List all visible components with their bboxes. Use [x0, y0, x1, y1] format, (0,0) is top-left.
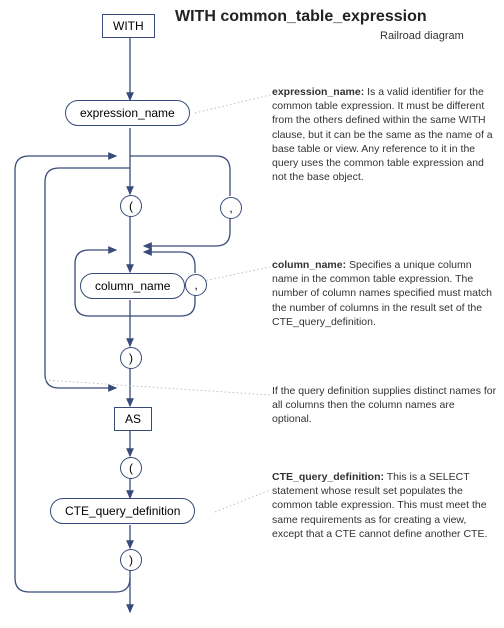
node-with: WITH — [102, 14, 155, 38]
callout-label: CTE_query_definition: — [272, 471, 384, 483]
callout-text: Is a valid identifier for the common tab… — [272, 86, 493, 183]
callout-text: If the query definition supplies distinc… — [272, 385, 496, 425]
callout-optional-cols: If the query definition supplies distinc… — [272, 384, 497, 427]
callout-cte-query-definition: CTE_query_definition: This is a SELECT s… — [272, 470, 497, 541]
node-column-name: column_name — [80, 273, 185, 299]
node-close-paren-1: ) — [120, 347, 142, 369]
node-cte-query-definition: CTE_query_definition — [50, 498, 195, 524]
callout-expression-name: expression_name: Is a valid identifier f… — [272, 85, 497, 184]
node-comma-loop: , — [185, 274, 207, 296]
node-open-paren-2: ( — [120, 457, 142, 479]
node-expression-name: expression_name — [65, 100, 190, 126]
callout-column-name: column_name: Specifies a unique column n… — [272, 258, 497, 329]
callout-label: column_name: — [272, 259, 346, 271]
node-open-paren-1: ( — [120, 195, 142, 217]
node-close-paren-2: ) — [120, 549, 142, 571]
node-comma-top: , — [220, 197, 242, 219]
callout-label: expression_name: — [272, 86, 364, 98]
page-subtitle: Railroad diagram — [380, 30, 464, 42]
node-as: AS — [114, 407, 152, 431]
page-title: WITH common_table_expression — [175, 8, 427, 26]
